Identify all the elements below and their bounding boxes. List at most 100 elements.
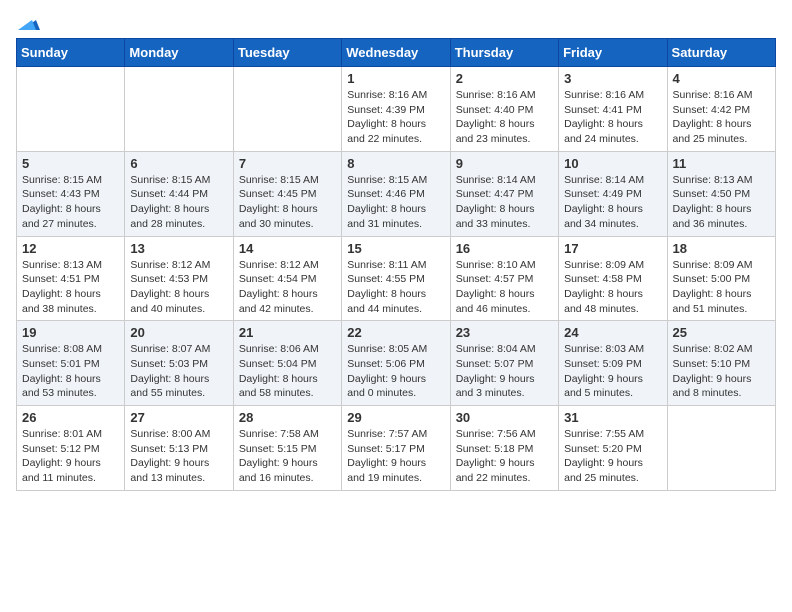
calendar-cell: 3Sunrise: 8:16 AM Sunset: 4:41 PM Daylig…: [559, 67, 667, 152]
day-number: 11: [673, 156, 770, 171]
day-of-week-header: Thursday: [450, 39, 558, 67]
day-number: 16: [456, 241, 553, 256]
day-number: 5: [22, 156, 119, 171]
day-number: 30: [456, 410, 553, 425]
day-info: Sunrise: 8:16 AM Sunset: 4:40 PM Dayligh…: [456, 88, 553, 147]
calendar-cell: 19 Sunrise: 8:08 AM Sunset: 5:01 PM Dayli…: [17, 321, 125, 406]
calendar-cell: 12 Sunrise: 8:13 AM Sunset: 4:51 PM Dayli…: [17, 236, 125, 321]
day-number: 25: [673, 325, 770, 340]
calendar-cell: [233, 67, 341, 152]
day-info: Sunrise: 8:03 AM Sunset: 5:09 PM Dayligh…: [564, 342, 661, 401]
day-info: Sunrise: 7:56 AM Sunset: 5:18 PM Dayligh…: [456, 427, 553, 486]
day-number: 29: [347, 410, 444, 425]
day-number: 19: [22, 325, 119, 340]
day-number: 28: [239, 410, 336, 425]
day-number: 12: [22, 241, 119, 256]
calendar-cell: [667, 406, 775, 491]
calendar-cell: 31 Sunrise: 7:55 AM Sunset: 5:20 PM Dayli…: [559, 406, 667, 491]
day-info: Sunrise: 8:00 AM Sunset: 5:13 PM Dayligh…: [130, 427, 227, 486]
calendar-cell: 10 Sunrise: 8:14 AM Sunset: 4:49 PM Dayli…: [559, 151, 667, 236]
day-info: Sunrise: 8:09 AM Sunset: 4:58 PM Dayligh…: [564, 258, 661, 317]
calendar-cell: 27Sunrise: 8:00 AM Sunset: 5:13 PM Dayli…: [125, 406, 233, 491]
day-number: 26: [22, 410, 119, 425]
calendar-week-row: 26 Sunrise: 8:01 AM Sunset: 5:12 PM Dayli…: [17, 406, 776, 491]
calendar-cell: 20 Sunrise: 8:07 AM Sunset: 5:03 PM Dayli…: [125, 321, 233, 406]
calendar-cell: 22 Sunrise: 8:05 AM Sunset: 5:06 PM Dayli…: [342, 321, 450, 406]
day-number: 9: [456, 156, 553, 171]
calendar-week-row: 5 Sunrise: 8:15 AM Sunset: 4:43 PM Daylig…: [17, 151, 776, 236]
calendar-table: SundayMondayTuesdayWednesdayThursdayFrid…: [16, 38, 776, 491]
day-info: Sunrise: 8:15 AM Sunset: 4:46 PM Dayligh…: [347, 173, 444, 232]
calendar-cell: 9 Sunrise: 8:14 AM Sunset: 4:47 PM Daylig…: [450, 151, 558, 236]
calendar-cell: 7 Sunrise: 8:15 AM Sunset: 4:45 PM Daylig…: [233, 151, 341, 236]
day-number: 8: [347, 156, 444, 171]
day-info: Sunrise: 8:11 AM Sunset: 4:55 PM Dayligh…: [347, 258, 444, 317]
day-number: 21: [239, 325, 336, 340]
day-info: Sunrise: 8:14 AM Sunset: 4:47 PM Dayligh…: [456, 173, 553, 232]
day-number: 2: [456, 71, 553, 86]
calendar-cell: 17 Sunrise: 8:09 AM Sunset: 4:58 PM Dayli…: [559, 236, 667, 321]
day-number: 1: [347, 71, 444, 86]
calendar-cell: 13Sunrise: 8:12 AM Sunset: 4:53 PM Dayli…: [125, 236, 233, 321]
calendar-cell: 30 Sunrise: 7:56 AM Sunset: 5:18 PM Dayli…: [450, 406, 558, 491]
calendar-cell: 23Sunrise: 8:04 AM Sunset: 5:07 PM Dayli…: [450, 321, 558, 406]
day-number: 3: [564, 71, 661, 86]
day-number: 10: [564, 156, 661, 171]
day-of-week-header: Tuesday: [233, 39, 341, 67]
day-info: Sunrise: 8:08 AM Sunset: 5:01 PM Dayligh…: [22, 342, 119, 401]
calendar-week-row: 19 Sunrise: 8:08 AM Sunset: 5:01 PM Dayli…: [17, 321, 776, 406]
day-number: 14: [239, 241, 336, 256]
calendar-cell: 6Sunrise: 8:15 AM Sunset: 4:44 PM Daylig…: [125, 151, 233, 236]
day-number: 4: [673, 71, 770, 86]
day-of-week-header: Monday: [125, 39, 233, 67]
calendar-cell: 8 Sunrise: 8:15 AM Sunset: 4:46 PM Daylig…: [342, 151, 450, 236]
day-number: 7: [239, 156, 336, 171]
logo: [16, 16, 40, 30]
calendar-header-row: SundayMondayTuesdayWednesdayThursdayFrid…: [17, 39, 776, 67]
day-of-week-header: Saturday: [667, 39, 775, 67]
day-info: Sunrise: 8:13 AM Sunset: 4:51 PM Dayligh…: [22, 258, 119, 317]
day-number: 6: [130, 156, 227, 171]
calendar-cell: 28 Sunrise: 7:58 AM Sunset: 5:15 PM Dayli…: [233, 406, 341, 491]
day-number: 17: [564, 241, 661, 256]
calendar-cell: 11 Sunrise: 8:13 AM Sunset: 4:50 PM Dayli…: [667, 151, 775, 236]
calendar-cell: 14 Sunrise: 8:12 AM Sunset: 4:54 PM Dayli…: [233, 236, 341, 321]
day-info: Sunrise: 8:10 AM Sunset: 4:57 PM Dayligh…: [456, 258, 553, 317]
calendar-cell: 15 Sunrise: 8:11 AM Sunset: 4:55 PM Dayli…: [342, 236, 450, 321]
calendar-cell: 16 Sunrise: 8:10 AM Sunset: 4:57 PM Dayli…: [450, 236, 558, 321]
day-info: Sunrise: 8:15 AM Sunset: 4:43 PM Dayligh…: [22, 173, 119, 232]
day-info: Sunrise: 8:05 AM Sunset: 5:06 PM Dayligh…: [347, 342, 444, 401]
calendar-week-row: 1 Sunrise: 8:16 AM Sunset: 4:39 PM Daylig…: [17, 67, 776, 152]
day-number: 20: [130, 325, 227, 340]
calendar-cell: [125, 67, 233, 152]
calendar-week-row: 12 Sunrise: 8:13 AM Sunset: 4:51 PM Dayli…: [17, 236, 776, 321]
day-number: 24: [564, 325, 661, 340]
day-info: Sunrise: 8:06 AM Sunset: 5:04 PM Dayligh…: [239, 342, 336, 401]
day-info: Sunrise: 7:55 AM Sunset: 5:20 PM Dayligh…: [564, 427, 661, 486]
day-info: Sunrise: 8:01 AM Sunset: 5:12 PM Dayligh…: [22, 427, 119, 486]
calendar-cell: 21 Sunrise: 8:06 AM Sunset: 5:04 PM Dayli…: [233, 321, 341, 406]
day-info: Sunrise: 8:09 AM Sunset: 5:00 PM Dayligh…: [673, 258, 770, 317]
day-info: Sunrise: 8:14 AM Sunset: 4:49 PM Dayligh…: [564, 173, 661, 232]
calendar-cell: 1 Sunrise: 8:16 AM Sunset: 4:39 PM Daylig…: [342, 67, 450, 152]
calendar-cell: 18 Sunrise: 8:09 AM Sunset: 5:00 PM Dayli…: [667, 236, 775, 321]
day-info: Sunrise: 8:16 AM Sunset: 4:39 PM Dayligh…: [347, 88, 444, 147]
day-number: 22: [347, 325, 444, 340]
day-info: Sunrise: 8:12 AM Sunset: 4:54 PM Dayligh…: [239, 258, 336, 317]
day-info: Sunrise: 7:58 AM Sunset: 5:15 PM Dayligh…: [239, 427, 336, 486]
day-number: 13: [130, 241, 227, 256]
day-number: 18: [673, 241, 770, 256]
logo-icon: [18, 16, 40, 34]
calendar-cell: [17, 67, 125, 152]
day-of-week-header: Friday: [559, 39, 667, 67]
day-number: 15: [347, 241, 444, 256]
calendar-cell: 24 Sunrise: 8:03 AM Sunset: 5:09 PM Dayli…: [559, 321, 667, 406]
calendar-cell: 29 Sunrise: 7:57 AM Sunset: 5:17 PM Dayli…: [342, 406, 450, 491]
day-info: Sunrise: 8:07 AM Sunset: 5:03 PM Dayligh…: [130, 342, 227, 401]
page-header: [16, 16, 776, 30]
day-info: Sunrise: 8:13 AM Sunset: 4:50 PM Dayligh…: [673, 173, 770, 232]
day-info: Sunrise: 7:57 AM Sunset: 5:17 PM Dayligh…: [347, 427, 444, 486]
day-info: Sunrise: 8:15 AM Sunset: 4:45 PM Dayligh…: [239, 173, 336, 232]
day-number: 31: [564, 410, 661, 425]
day-info: Sunrise: 8:04 AM Sunset: 5:07 PM Dayligh…: [456, 342, 553, 401]
